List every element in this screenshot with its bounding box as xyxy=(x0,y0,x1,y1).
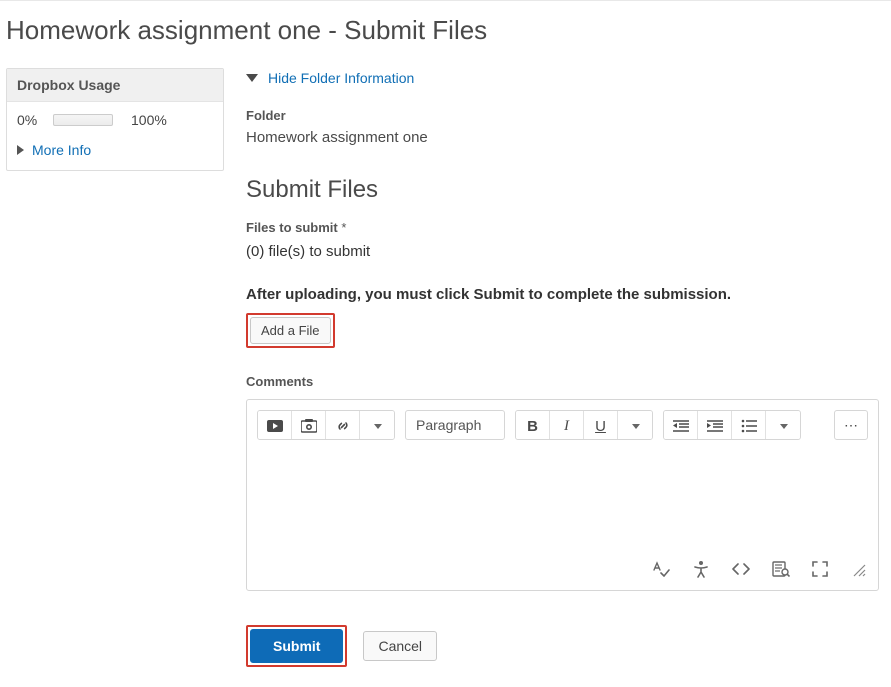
insert-image-button[interactable] xyxy=(292,411,326,440)
usage-max: 100% xyxy=(131,112,167,128)
comments-label: Comments xyxy=(246,374,879,389)
dropbox-usage-panel: Dropbox Usage 0% 100% More Info xyxy=(6,68,224,171)
submit-button[interactable]: Submit xyxy=(250,629,343,663)
usage-bar xyxy=(53,114,113,126)
add-file-highlight: Add a File xyxy=(246,313,335,348)
list-button[interactable] xyxy=(732,411,766,440)
rich-text-editor: Paragraph B I U xyxy=(246,399,879,591)
editor-footer xyxy=(247,550,878,590)
bold-button[interactable]: B xyxy=(516,411,550,440)
chevron-down-icon xyxy=(246,74,258,82)
upload-instruction: After uploading, you must click Submit t… xyxy=(246,286,879,303)
submit-files-heading: Submit Files xyxy=(246,176,879,204)
more-info-toggle[interactable]: More Info xyxy=(17,142,213,158)
insert-video-button[interactable] xyxy=(258,411,292,440)
insert-link-button[interactable] xyxy=(326,411,360,440)
preview-button[interactable] xyxy=(772,560,790,578)
formatting-more-dropdown[interactable] xyxy=(618,411,652,440)
cancel-button[interactable]: Cancel xyxy=(363,631,437,661)
editor-toolbar: Paragraph B I U xyxy=(247,400,878,450)
caret-down-icon xyxy=(632,424,640,429)
list-more-dropdown[interactable] xyxy=(766,411,800,440)
spellcheck-button[interactable] xyxy=(652,560,670,578)
submit-highlight: Submit xyxy=(246,625,347,667)
media-more-dropdown[interactable] xyxy=(360,411,394,440)
main-content: Hide Folder Information Folder Homework … xyxy=(246,68,885,667)
add-file-button[interactable]: Add a File xyxy=(250,317,331,344)
files-to-submit-label: Files to submit xyxy=(246,220,879,235)
indent-increase-button[interactable] xyxy=(698,411,732,440)
more-info-label: More Info xyxy=(32,142,91,158)
italic-button[interactable]: I xyxy=(550,411,584,440)
editor-textarea[interactable] xyxy=(247,450,878,550)
indent-decrease-button[interactable] xyxy=(664,411,698,440)
files-to-submit-count: (0) file(s) to submit xyxy=(246,243,879,260)
toolbar-list-group xyxy=(663,410,801,440)
hide-folder-toggle[interactable]: Hide Folder Information xyxy=(246,70,879,86)
chevron-right-icon xyxy=(17,145,24,155)
toolbar-media-group xyxy=(257,410,395,440)
fullscreen-button[interactable] xyxy=(812,560,828,578)
resize-handle[interactable] xyxy=(850,560,866,578)
caret-down-icon xyxy=(374,424,382,429)
folder-field-label: Folder xyxy=(246,108,879,123)
underline-button[interactable]: U xyxy=(584,411,618,440)
page-title: Homework assignment one - Submit Files xyxy=(6,15,885,46)
source-code-button[interactable] xyxy=(732,560,750,578)
toolbar-overflow-button[interactable]: ⋯ xyxy=(834,410,868,440)
accessibility-check-button[interactable] xyxy=(692,560,710,578)
paragraph-style-select[interactable]: Paragraph xyxy=(405,410,505,440)
dropbox-usage-heading: Dropbox Usage xyxy=(7,69,223,102)
usage-row: 0% 100% xyxy=(17,112,213,128)
action-bar: Submit Cancel xyxy=(246,625,879,667)
toolbar-formatting-group: B I U xyxy=(515,410,653,440)
paragraph-style-value: Paragraph xyxy=(416,417,481,433)
hide-folder-label: Hide Folder Information xyxy=(268,70,414,86)
caret-down-icon xyxy=(780,424,788,429)
usage-current: 0% xyxy=(17,112,45,128)
sidebar: Dropbox Usage 0% 100% More Info xyxy=(6,68,224,667)
folder-name: Homework assignment one xyxy=(246,129,879,146)
